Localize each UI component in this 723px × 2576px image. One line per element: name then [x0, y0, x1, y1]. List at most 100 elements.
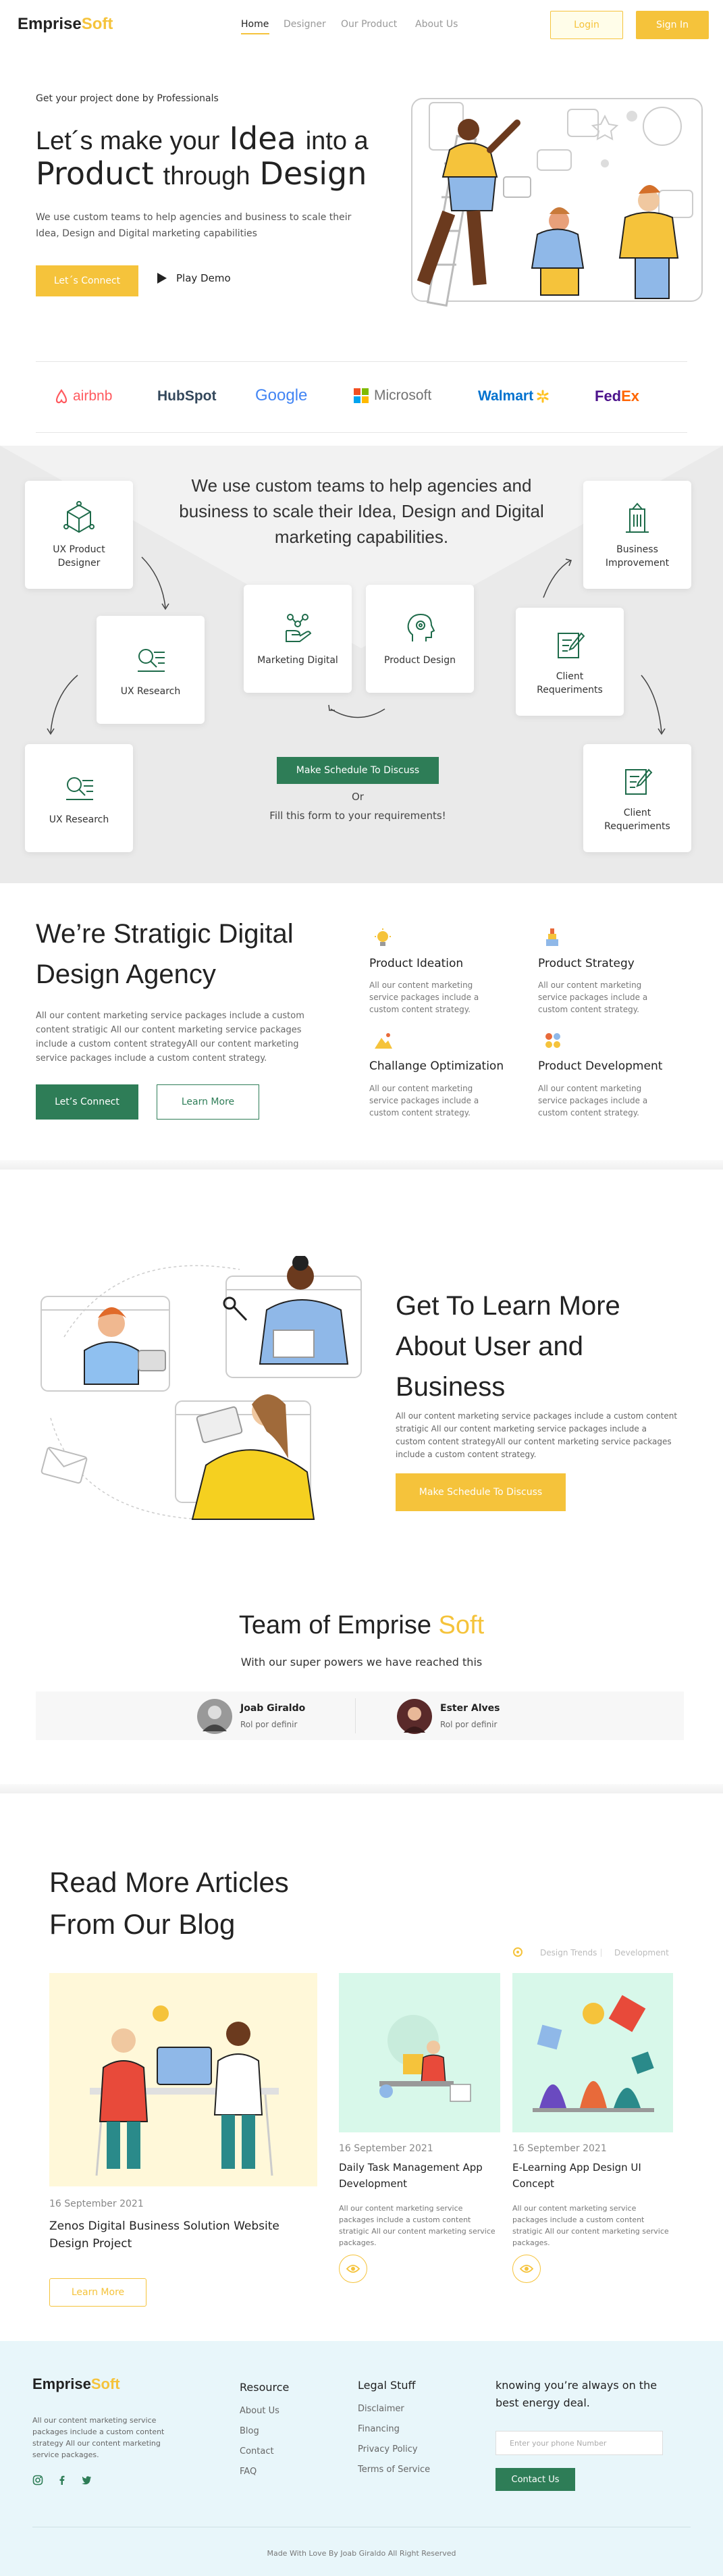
team-member-role: Rol por definir: [440, 1720, 498, 1729]
logo-accent: Soft: [81, 15, 113, 33]
walmart-spark-icon: [537, 390, 549, 403]
nav-about-us[interactable]: About Us: [415, 19, 458, 30]
service-connector-arrows: [47, 556, 666, 735]
blog-filter-development[interactable]: Development: [614, 1948, 669, 1957]
hero-heading-line-1: Let´s make your Idea into a: [36, 120, 369, 157]
development-dots-icon: [545, 1033, 560, 1048]
twitter-icon[interactable]: [81, 2475, 92, 2486]
feature-product-development-text: All our content marketing service packag…: [538, 1084, 648, 1118]
view-post-button[interactable]: [339, 2255, 367, 2283]
brand-logo[interactable]: EmpriseSoft: [18, 15, 113, 34]
blog-learn-more-button[interactable]: Learn More: [49, 2278, 146, 2307]
blog-post-title[interactable]: E-Learning App Design UI Concept: [512, 2159, 673, 2192]
footer-resource-heading: Resource: [240, 2381, 290, 2394]
team-member-name: Joab Giraldo: [240, 1703, 306, 1714]
search-list-icon: [66, 777, 93, 800]
strategy-stack-icon: [546, 928, 558, 946]
learn-title-line-3: Business: [396, 1372, 506, 1402]
footer-link-about-us[interactable]: About Us: [240, 2406, 279, 2416]
footer-link-financing[interactable]: Financing: [358, 2424, 400, 2434]
services-title: We use custom teams to help agencies and…: [179, 475, 544, 547]
team-member-role: Rol por definir: [240, 1720, 298, 1729]
facebook-icon[interactable]: [57, 2475, 68, 2486]
blog-post-image[interactable]: [49, 1973, 317, 2186]
footer-link-privacy-policy[interactable]: Privacy Policy: [358, 2444, 418, 2454]
agency-title-line-2: Design Agency: [36, 960, 216, 989]
feature-product-ideation-text: All our content marketing service packag…: [369, 980, 479, 1014]
nav-designer[interactable]: Designer: [284, 19, 326, 30]
blog-post-image[interactable]: [339, 1973, 500, 2132]
blog-post-title[interactable]: Zenos Digital Business Solution Website …: [49, 2217, 313, 2253]
play-demo-button[interactable]: Play Demo: [157, 272, 231, 284]
blog-post-date: 16 September 2021: [49, 2199, 144, 2209]
brand-fedex: FedEx: [595, 388, 640, 404]
hero-illustration: [411, 98, 703, 307]
lightbulb-icon: [375, 928, 391, 946]
blog-post-date: 16 September 2021: [512, 2143, 607, 2154]
blog-post-title[interactable]: Daily Task Management App Development: [339, 2159, 500, 2192]
schedule-discuss-button[interactable]: Make Schedule To Discuss: [277, 757, 439, 784]
eye-icon: [346, 2265, 360, 2273]
play-icon: [157, 273, 167, 284]
hero-connect-button[interactable]: Let´s Connect: [36, 265, 138, 296]
contact-us-button[interactable]: Contact Us: [496, 2468, 575, 2491]
blog-post-image[interactable]: [512, 1973, 673, 2132]
team-title: Team of Emprise Soft: [238, 1611, 485, 1639]
feature-challange-optimization-text: All our content marketing service packag…: [369, 1084, 479, 1118]
blog-post-excerpt: All our content marketing service packag…: [339, 2204, 496, 2247]
service-card-ux-research-2[interactable]: UX Research: [25, 744, 133, 852]
airbnb-logo-icon: [55, 389, 68, 404]
view-post-button[interactable]: [512, 2255, 541, 2283]
eye-icon: [520, 2265, 533, 2273]
learn-schedule-button[interactable]: Make Schedule To Discuss: [396, 1473, 566, 1511]
login-button[interactable]: Login: [550, 11, 623, 39]
hero-description: We use custom teams to help agencies and…: [36, 212, 352, 239]
team-subtitle: With our super powers we have reached th…: [240, 1656, 483, 1668]
agency-learn-more-button[interactable]: Learn More: [157, 1084, 259, 1120]
blog-title-line-1: Read More Articles: [49, 1866, 289, 1898]
blog-post-excerpt: All our content marketing service packag…: [512, 2204, 669, 2247]
signin-button[interactable]: Sign In: [636, 11, 709, 39]
brand-microsoft: Microsoft: [354, 388, 431, 404]
brand-airbnb: airbnb: [54, 388, 112, 404]
agency-title-line-1: We’re Stratigic Digital: [36, 919, 294, 949]
blog-post-date: 16 September 2021: [339, 2143, 433, 2154]
footer-link-blog[interactable]: Blog: [240, 2426, 259, 2436]
agency-description: All our content marketing service packag…: [36, 1011, 304, 1063]
phone-input[interactable]: Enter your phone Number: [496, 2431, 663, 2455]
microsoft-logo-icon: [354, 388, 369, 403]
footer-link-terms-of-service[interactable]: Terms of Service: [358, 2465, 430, 2475]
brand-hubspot: HubSpot: [157, 388, 217, 404]
nav-home[interactable]: Home: [241, 19, 269, 30]
learn-title-line-2: About User and: [396, 1332, 583, 1361]
learn-title-line-1: Get To Learn More: [396, 1291, 620, 1321]
team-member-name: Ester Alves: [440, 1703, 500, 1714]
hero-heading-line-2: Product through Design: [36, 155, 367, 192]
nav-our-product[interactable]: Our Product: [341, 19, 397, 30]
feature-challange-optimization-title: Challange Optimization: [369, 1059, 504, 1073]
cube-icon: [63, 501, 95, 533]
blog-filter-design-trends[interactable]: Design Trends: [540, 1948, 597, 1957]
footer-copyright: Made With Love By Joab Giraldo All Right…: [267, 2549, 456, 2558]
brand-google: Google: [255, 386, 308, 404]
team-bar: [36, 1691, 684, 1740]
document-pen-icon: [625, 768, 653, 795]
logo-main: Emprise: [18, 15, 82, 33]
section-separator: [0, 1160, 723, 1169]
footer-legal-heading: Legal Stuff: [358, 2379, 416, 2392]
mountain-icon: [375, 1033, 392, 1049]
footer-link-faq[interactable]: FAQ: [240, 2467, 257, 2477]
brands-divider-bottom: [36, 432, 687, 433]
footer-link-contact[interactable]: Contact: [240, 2446, 274, 2456]
agency-connect-button[interactable]: Let’s Connect: [36, 1084, 138, 1120]
service-card-client-requeriments-2[interactable]: Client Requeriments: [583, 744, 691, 852]
filter-icon: [513, 1947, 523, 1957]
services-fill-text: Fill this form to your requirements!: [269, 810, 446, 822]
feature-product-ideation-title: Product Ideation: [369, 957, 464, 970]
feature-product-strategy-title: Product Strategy: [538, 957, 635, 970]
instagram-icon[interactable]: [32, 2475, 43, 2486]
building-icon: [626, 502, 649, 533]
footer-link-disclaimer[interactable]: Disclaimer: [358, 2404, 404, 2414]
footer-logo[interactable]: EmpriseSoft: [32, 2375, 120, 2393]
nav-active-indicator: [241, 33, 269, 34]
